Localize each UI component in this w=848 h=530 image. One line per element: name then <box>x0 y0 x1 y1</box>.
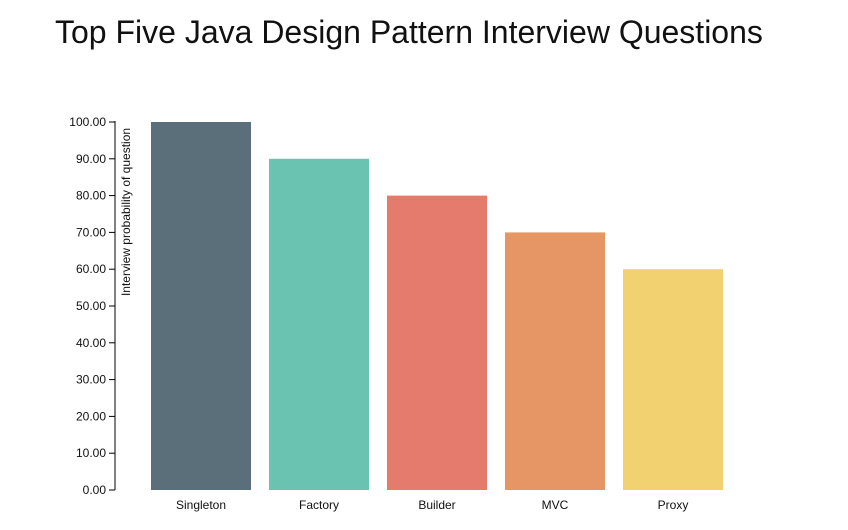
y-axis-label: Interview probability of question <box>119 128 133 296</box>
x-axis-labels: Singleton Factory Builder MVC Proxy <box>176 498 688 512</box>
y-tick-label: 100.00 <box>69 115 106 129</box>
bar-singleton <box>151 122 251 490</box>
y-tick-label: 20.00 <box>76 409 106 423</box>
y-tick-label: 30.00 <box>76 373 106 387</box>
y-tick-label: 0.00 <box>83 483 107 497</box>
y-tick-label: 50.00 <box>76 299 106 313</box>
y-tick-label: 10.00 <box>76 446 106 460</box>
bar-factory <box>269 158 369 491</box>
x-category-label: Singleton <box>176 498 226 512</box>
bars <box>151 122 723 491</box>
y-tick-label: 90.00 <box>76 152 106 166</box>
bar-builder <box>387 195 487 490</box>
x-category-label: MVC <box>542 498 569 512</box>
y-axis-ticks: 0.00 10.00 20.00 30.00 40.00 50.00 60.00 70.00 8… <box>69 115 115 497</box>
y-tick-label: 60.00 <box>76 262 106 276</box>
bar-mvc <box>505 232 605 490</box>
bar-proxy <box>623 269 723 490</box>
x-category-label: Builder <box>418 498 455 512</box>
y-tick-label: 40.00 <box>76 336 106 350</box>
bar-chart: 0.00 10.00 20.00 30.00 40.00 50.00 60.00 70.00 8… <box>69 115 723 512</box>
y-axis: 0.00 10.00 20.00 30.00 40.00 50.00 60.00 70.00 8… <box>69 115 116 497</box>
y-tick-label: 80.00 <box>76 189 106 203</box>
x-category-label: Proxy <box>658 498 689 512</box>
x-category-label: Factory <box>299 498 339 512</box>
y-tick-label: 70.00 <box>76 225 106 239</box>
